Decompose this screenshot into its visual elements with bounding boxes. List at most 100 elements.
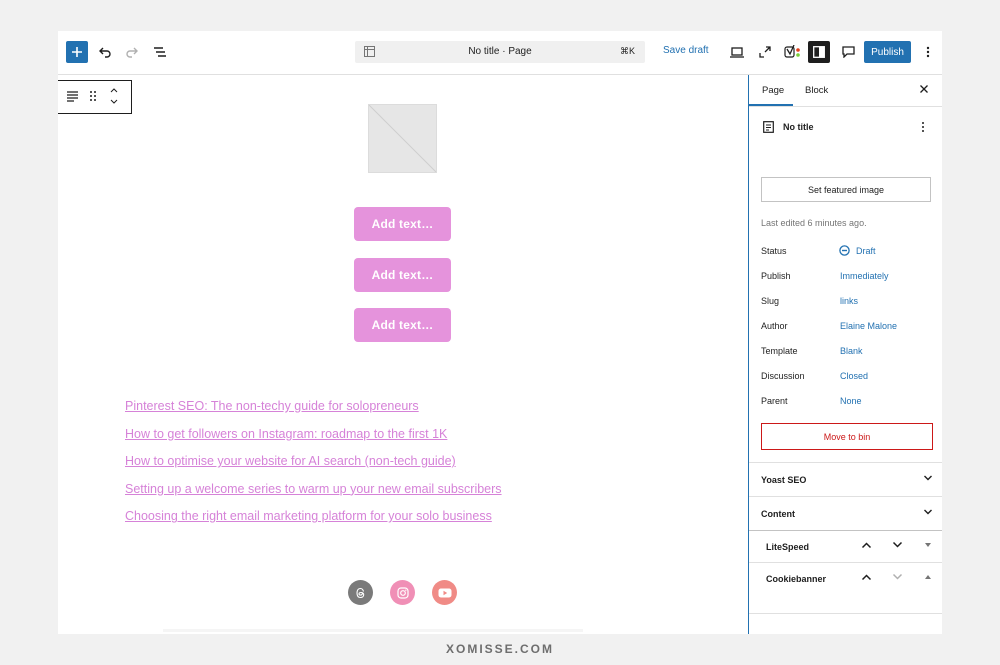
parent-label: Parent (761, 396, 788, 406)
triangle-down-icon (925, 543, 931, 547)
chevron-down-icon (923, 474, 933, 482)
more-vertical-icon (926, 46, 930, 58)
image-placeholder[interactable] (368, 104, 437, 173)
redo-icon (126, 47, 138, 58)
move-down-button[interactable] (892, 541, 903, 549)
publish-label: Publish (761, 271, 791, 281)
chevron-up-icon (861, 542, 872, 549)
move-block-buttons[interactable] (109, 86, 119, 106)
youtube-link[interactable] (432, 580, 457, 605)
active-tab-indicator (749, 104, 793, 106)
move-up-button[interactable] (861, 573, 872, 581)
parent-value[interactable]: None (840, 396, 862, 406)
sidebar-icon (813, 46, 825, 58)
move-to-bin-button[interactable]: Move to bin (761, 423, 933, 450)
canvas-divider (163, 629, 583, 632)
tab-block[interactable]: Block (805, 85, 828, 96)
chevron-up-down-icon (110, 88, 118, 104)
yoast-seo-panel[interactable]: Yoast SEO (749, 462, 942, 496)
add-block-button[interactable] (66, 41, 88, 63)
cookiebanner-title: Cookiebanner (766, 574, 827, 584)
status-label: Status (761, 246, 787, 256)
triangle-up-icon (925, 575, 931, 579)
options-menu-button[interactable] (916, 40, 940, 64)
threads-icon (355, 587, 364, 598)
comments-button[interactable] (836, 40, 860, 64)
comment-icon (841, 46, 855, 58)
tab-page[interactable]: Page (762, 85, 784, 96)
youtube-icon (438, 588, 451, 597)
link-item[interactable]: Pinterest SEO: The non-techy guide for s… (125, 397, 502, 425)
instagram-icon (396, 586, 409, 599)
block-toolbar (58, 80, 132, 114)
template-value[interactable]: Blank (840, 346, 863, 356)
litespeed-title: LiteSpeed (766, 542, 810, 552)
sidebar-tabs: Page Block (749, 75, 942, 107)
slug-label: Slug (761, 296, 780, 306)
drag-handle[interactable] (89, 90, 97, 102)
settings-sidebar: Page Block No title Set featured image L… (748, 75, 942, 634)
link-item[interactable]: How to get followers on Instagram: roadm… (125, 425, 502, 453)
desktop-icon (730, 46, 744, 58)
instagram-link[interactable] (390, 580, 415, 605)
add-text-button[interactable]: Add text… (354, 207, 451, 241)
litespeed-metabox: LiteSpeed (749, 530, 942, 562)
external-arrow-icon (759, 46, 771, 58)
cookiebanner-metabox: Cookiebanner (749, 562, 942, 614)
sidebar-doc-title: No title (783, 122, 814, 132)
publish-button[interactable]: Publish (864, 41, 911, 63)
link-item[interactable]: How to optimise your website for AI sear… (125, 452, 502, 480)
yoast-icon (784, 45, 800, 58)
link-item[interactable]: Setting up a welcome series to warm up y… (125, 480, 502, 508)
command-palette-bar[interactable]: No title · Page ⌘K (355, 41, 645, 63)
document-overview-button[interactable] (148, 40, 172, 64)
redo-button[interactable] (120, 40, 144, 64)
set-featured-image-button[interactable]: Set featured image (761, 177, 931, 202)
yoast-seo-panel-title: Yoast SEO (761, 475, 807, 485)
list-view-icon (154, 47, 166, 57)
author-label: Author (761, 321, 788, 331)
preview-button[interactable] (725, 40, 749, 64)
plus-icon (72, 47, 82, 57)
yoast-button[interactable] (781, 40, 805, 64)
content-panel[interactable]: Content (749, 496, 942, 530)
move-up-button[interactable] (861, 541, 872, 549)
slug-value[interactable]: links (840, 296, 858, 306)
settings-toggle-button[interactable] (808, 41, 830, 63)
template-label: Template (761, 346, 798, 356)
draft-circle-icon (839, 245, 850, 256)
document-title: No title · Page (468, 46, 532, 57)
image-placeholder-icon (369, 105, 436, 172)
view-post-button[interactable] (753, 40, 777, 64)
last-edited-text: Last edited 6 minutes ago. (761, 218, 867, 228)
close-icon (920, 85, 928, 93)
paragraph-align-icon (67, 91, 78, 102)
undo-button[interactable] (93, 40, 117, 64)
brand-watermark: XOMISSE.COM (445, 642, 554, 656)
status-value[interactable]: Draft (856, 246, 876, 256)
save-draft-button[interactable]: Save draft (663, 45, 709, 56)
block-type-button[interactable] (66, 90, 79, 102)
shortcut-hint: ⌘K (619, 46, 635, 56)
link-list: Pinterest SEO: The non-techy guide for s… (125, 397, 502, 535)
draft-status-icon (839, 245, 850, 256)
publish-value[interactable]: Immediately (840, 271, 889, 281)
drag-handle-icon (90, 91, 96, 101)
more-vertical-icon (922, 122, 924, 132)
chevron-down-icon (892, 573, 903, 580)
close-sidebar-button[interactable] (919, 84, 929, 94)
document-icon (763, 121, 774, 133)
threads-link[interactable] (348, 580, 373, 605)
author-value[interactable]: Elaine Malone (840, 321, 897, 331)
content-panel-title: Content (761, 509, 795, 519)
doc-actions-button[interactable] (921, 121, 925, 133)
move-down-button[interactable] (892, 573, 903, 581)
add-text-button[interactable]: Add text… (354, 308, 451, 342)
undo-icon (99, 47, 111, 58)
chevron-down-icon (923, 508, 933, 516)
toggle-panel-button[interactable] (925, 543, 931, 548)
add-text-button[interactable]: Add text… (354, 258, 451, 292)
link-item[interactable]: Choosing the right email marketing platf… (125, 507, 502, 535)
toggle-panel-button[interactable] (925, 575, 931, 580)
discussion-value[interactable]: Closed (840, 371, 868, 381)
